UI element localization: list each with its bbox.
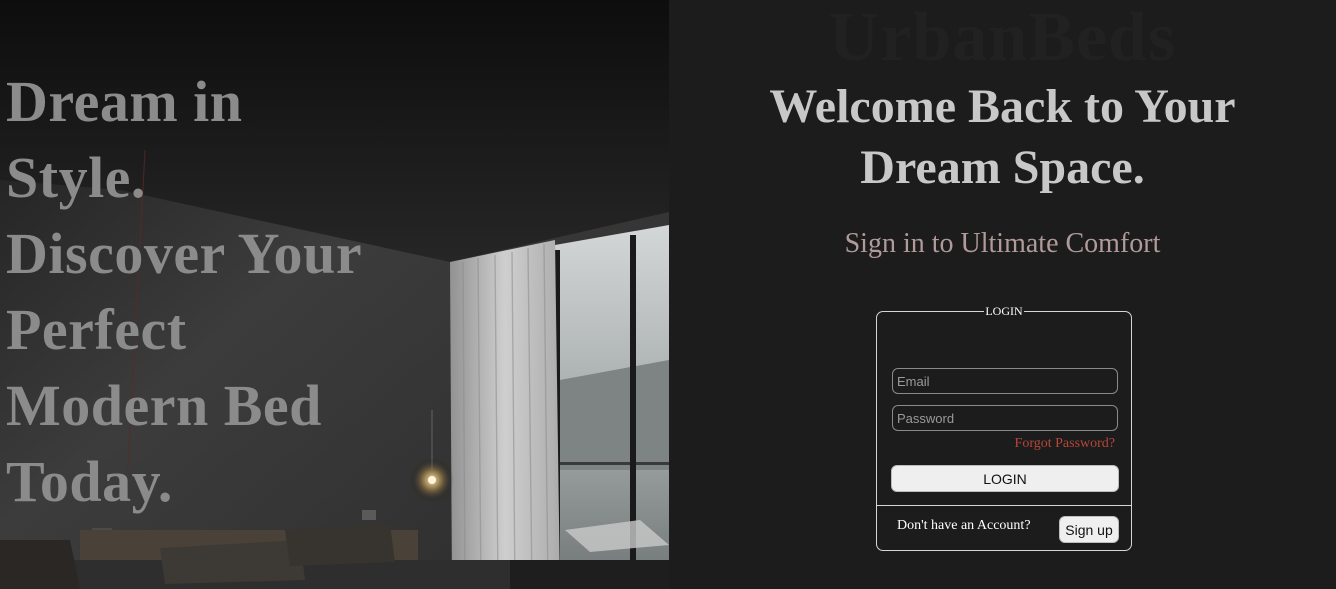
login-legend-text: LOGIN: [984, 304, 1024, 318]
tagline-line: Discover Your: [6, 221, 363, 286]
password-field[interactable]: [892, 405, 1118, 431]
forgot-password-link[interactable]: Forgot Password?: [1015, 436, 1115, 452]
welcome-line: Welcome Back to Your: [769, 80, 1236, 133]
no-account-text: Don't have an Account?: [897, 518, 1031, 533]
hero-panel: Dream in Style. Discover Your Perfect Mo…: [0, 0, 669, 589]
brand-watermark: UrbanBeds: [828, 0, 1177, 76]
tagline-line: Today.: [6, 449, 173, 514]
signup-button[interactable]: Sign up: [1059, 516, 1119, 543]
auth-panel: UrbanBeds Welcome Back to Your Dream Spa…: [669, 0, 1336, 589]
signin-subtitle: Sign in to Ultimate Comfort: [844, 228, 1161, 259]
tagline-line: Perfect: [6, 297, 187, 362]
login-form: LOGIN Forgot Password? LOGIN Don't have …: [876, 304, 1132, 551]
form-divider: [877, 505, 1131, 506]
email-field[interactable]: [892, 368, 1118, 394]
login-legend: LOGIN: [877, 304, 1131, 318]
hero-tagline: Dream in Style. Discover Your Perfect Mo…: [6, 64, 426, 520]
tagline-line: Dream in: [6, 69, 243, 134]
tagline-line: Modern Bed: [6, 373, 322, 438]
welcome-heading: Welcome Back to Your Dream Space.: [669, 76, 1336, 198]
tagline-line: Style.: [6, 145, 146, 210]
login-button[interactable]: LOGIN: [891, 465, 1119, 492]
welcome-line: Dream Space.: [860, 141, 1145, 194]
